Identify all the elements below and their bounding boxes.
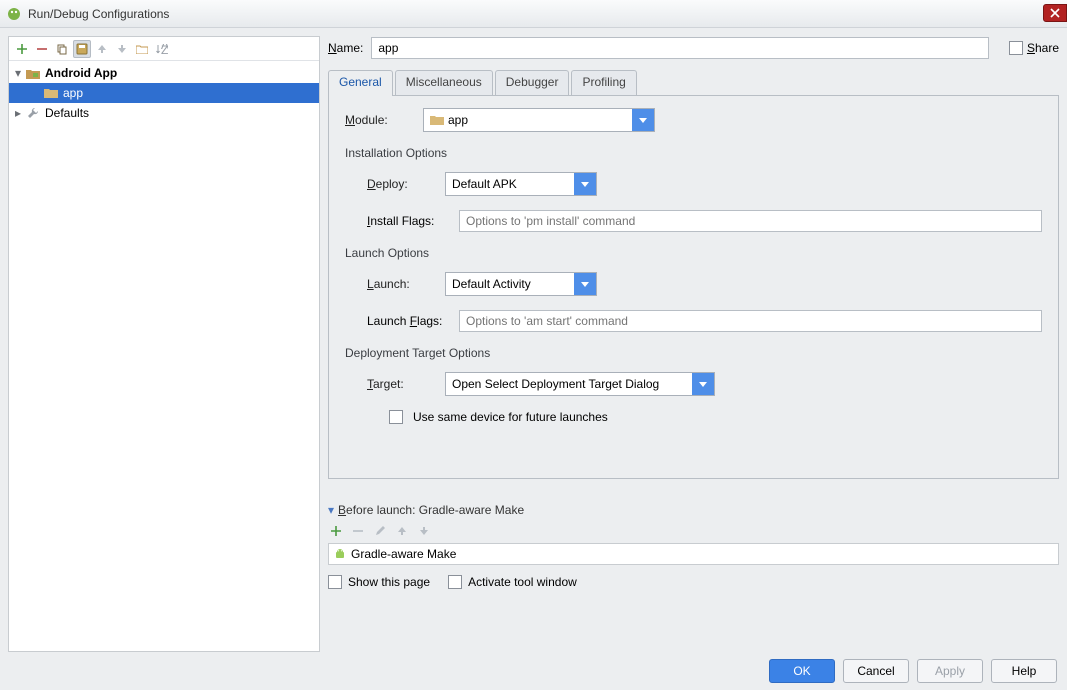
install-flags-input[interactable]	[459, 210, 1042, 232]
close-button[interactable]	[1043, 4, 1067, 22]
deploy-label: Deploy:	[367, 177, 435, 191]
tab-miscellaneous[interactable]: Miscellaneous	[395, 70, 493, 96]
tree-node-defaults[interactable]: ▸ Defaults	[9, 103, 319, 123]
move-down-button[interactable]	[113, 40, 131, 58]
module-select[interactable]: app	[423, 108, 655, 132]
before-launch-list[interactable]: Gradle-aware Make	[328, 543, 1059, 565]
same-device-label: Use same device for future launches	[413, 410, 608, 424]
config-toolbar: AZ	[9, 37, 319, 61]
module-value: app	[448, 113, 468, 127]
ok-button[interactable]: OK	[769, 659, 835, 683]
launch-value: Default Activity	[452, 277, 531, 291]
app-icon	[6, 6, 22, 22]
module-label: Module:	[345, 113, 413, 127]
remove-config-button[interactable]	[33, 40, 51, 58]
move-up-button[interactable]	[93, 40, 111, 58]
dropdown-icon	[574, 173, 596, 195]
module-icon	[430, 114, 444, 126]
add-config-button[interactable]	[13, 40, 31, 58]
before-launch-section: ▾ Before launch: Gradle-aware Make Gradl…	[328, 503, 1059, 589]
launch-label: Launch:	[367, 277, 435, 291]
module-icon	[43, 85, 59, 101]
remove-task-button[interactable]	[350, 523, 366, 539]
save-config-button[interactable]	[73, 40, 91, 58]
tab-profiling[interactable]: Profiling	[571, 70, 636, 96]
tab-general[interactable]: General	[328, 70, 393, 96]
tab-general-body: Module: app Installation Options Deploy:…	[328, 96, 1059, 479]
deploy-value: Default APK	[452, 177, 517, 191]
share-checkbox[interactable]	[1009, 41, 1023, 55]
folder-button[interactable]	[133, 40, 151, 58]
detail-tabs: General Miscellaneous Debugger Profiling	[328, 70, 1059, 96]
installation-options-header: Installation Options	[345, 146, 1042, 160]
add-task-button[interactable]	[328, 523, 344, 539]
tree-label: Defaults	[45, 106, 89, 120]
copy-config-button[interactable]	[53, 40, 71, 58]
title-bar: Run/Debug Configurations	[0, 0, 1067, 28]
target-select[interactable]: Open Select Deployment Target Dialog	[445, 372, 715, 396]
launch-flags-label: Launch Flags:	[367, 314, 449, 328]
share-label: Share	[1027, 41, 1059, 55]
show-page-checkbox[interactable]	[328, 575, 342, 589]
expand-icon: ▸	[15, 106, 25, 120]
install-flags-label: Install Flags:	[367, 214, 449, 228]
before-launch-toolbar	[328, 523, 1059, 539]
dropdown-icon	[692, 373, 714, 395]
activate-tool-label: Activate tool window	[468, 575, 577, 589]
android-app-icon	[25, 65, 41, 81]
tree-label: Android App	[45, 66, 117, 80]
config-detail-panel: Name: Share General Miscellaneous Debugg…	[328, 36, 1059, 652]
collapse-icon[interactable]: ▾	[328, 503, 334, 517]
before-launch-header: Before launch: Gradle-aware Make	[338, 503, 524, 517]
launch-select[interactable]: Default Activity	[445, 272, 597, 296]
show-page-label: Show this page	[348, 575, 430, 589]
help-button[interactable]: Help	[991, 659, 1057, 683]
name-input[interactable]	[371, 37, 989, 59]
dialog-footer: OK Cancel Apply Help	[0, 652, 1067, 690]
target-value: Open Select Deployment Target Dialog	[452, 377, 659, 391]
android-icon	[333, 547, 347, 561]
edit-task-button[interactable]	[372, 523, 388, 539]
wrench-icon	[25, 105, 41, 121]
expand-icon: ▾	[15, 66, 25, 80]
tab-debugger[interactable]: Debugger	[495, 70, 570, 96]
target-label: Target:	[367, 377, 435, 391]
config-tree[interactable]: ▾ Android App app ▸ Defaults	[9, 61, 319, 651]
dropdown-icon	[632, 109, 654, 131]
sort-button[interactable]: AZ	[153, 40, 171, 58]
apply-button[interactable]: Apply	[917, 659, 983, 683]
window-title: Run/Debug Configurations	[28, 7, 169, 21]
activate-tool-checkbox[interactable]	[448, 575, 462, 589]
tree-label: app	[63, 86, 83, 100]
name-label: Name:	[328, 41, 363, 55]
before-launch-item: Gradle-aware Make	[351, 547, 456, 561]
task-down-button[interactable]	[416, 523, 432, 539]
same-device-checkbox[interactable]	[389, 410, 403, 424]
task-up-button[interactable]	[394, 523, 410, 539]
launch-options-header: Launch Options	[345, 246, 1042, 260]
tree-node-app[interactable]: app	[9, 83, 319, 103]
dropdown-icon	[574, 273, 596, 295]
configurations-panel: AZ ▾ Android App app ▸ Defaults	[8, 36, 320, 652]
tree-node-android-app[interactable]: ▾ Android App	[9, 63, 319, 83]
cancel-button[interactable]: Cancel	[843, 659, 909, 683]
svg-text:Z: Z	[161, 44, 168, 54]
deployment-target-header: Deployment Target Options	[345, 346, 1042, 360]
launch-flags-input[interactable]	[459, 310, 1042, 332]
deploy-select[interactable]: Default APK	[445, 172, 597, 196]
